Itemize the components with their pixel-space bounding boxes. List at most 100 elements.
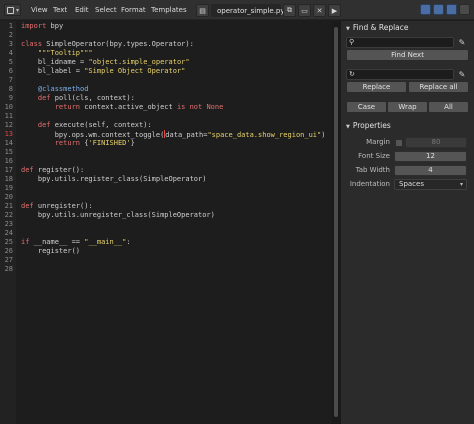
expand-triangle-icon: ▼ <box>346 26 350 32</box>
code-line[interactable]: def poll(cls, context): <box>21 94 135 103</box>
code-line[interactable]: class SimpleOperator(bpy.types.Operator)… <box>21 40 194 49</box>
code-line[interactable]: return {'FINISHED'} <box>21 139 135 148</box>
code-token: bpy.utils.unregister_class(SimpleOperato… <box>21 211 215 219</box>
code-line[interactable]: bpy.utils.register_class(SimpleOperator) <box>21 175 207 184</box>
line-number: 4 <box>8 49 13 57</box>
code-token: context.active_object <box>80 103 177 111</box>
code-line[interactable]: @classmethod <box>21 85 89 94</box>
line-number: 19 <box>4 184 13 192</box>
menu-text[interactable]: Text <box>53 0 67 20</box>
line-numbers-toggle[interactable] <box>420 4 431 15</box>
code-token: "Simple Object Operator" <box>84 67 186 75</box>
unlink-button[interactable]: ✕ <box>313 4 326 17</box>
code-token: register(): <box>33 166 85 174</box>
code-token: bl_label = <box>21 67 85 75</box>
text-block-browse-button[interactable]: ▤ <box>196 4 209 17</box>
find-replace-panel-header[interactable]: ▼ Find & Replace <box>341 21 474 34</box>
code-token: "space_data.show_region_ui" <box>207 131 322 139</box>
line-number: 1 <box>8 22 13 30</box>
line-number-gutter: 1 2 3 4 5 6 7 8 9 10 11 12 13 14 15 16 17 18 19 20 21 22 23 24 2… <box>0 21 16 424</box>
menu-format[interactable]: Format <box>121 0 146 20</box>
code-token: : <box>126 238 131 246</box>
editor-type-dropdown[interactable]: ▾ <box>4 4 21 16</box>
line-number: 23 <box>4 220 13 228</box>
tab-width-label: Tab Width <box>355 166 390 174</box>
filename-field[interactable]: operator_simple.py <box>211 4 285 17</box>
code-token: def <box>21 166 34 174</box>
find-next-button[interactable]: Find Next <box>346 49 469 61</box>
code-line[interactable]: def unregister(): <box>21 202 93 211</box>
menu-select[interactable]: Select <box>95 0 117 20</box>
code-token: } <box>130 139 135 147</box>
open-file-icon: ▭ <box>301 6 308 15</box>
tab-width-field[interactable]: 4 <box>394 165 467 176</box>
replace-all-button[interactable]: Replace all <box>408 81 469 93</box>
document-icon: ▤ <box>199 6 206 15</box>
wrap-around-toggle[interactable]: Wrap <box>387 101 428 113</box>
expand-triangle-icon: ▼ <box>346 124 350 130</box>
code-line[interactable]: """Tooltip""" <box>21 49 93 58</box>
line-number: 27 <box>4 256 13 264</box>
indentation-value: Spaces <box>399 180 424 188</box>
syntax-highlight-toggle[interactable] <box>446 4 457 15</box>
code-token: execute(self, context): <box>50 121 152 129</box>
code-line[interactable]: def register(): <box>21 166 84 175</box>
chevron-down-icon: ▾ <box>459 181 463 188</box>
code-area[interactable]: import bpy class SimpleOperator(bpy.types… <box>16 21 332 424</box>
code-line[interactable]: return context.active_object is not None <box>21 103 224 112</box>
properties-panel-header[interactable]: ▼ Properties <box>341 119 474 132</box>
find-replace-title: Find & Replace <box>352 23 409 32</box>
all-data-blocks-toggle[interactable]: All <box>428 101 469 113</box>
line-number: 24 <box>4 229 13 237</box>
menu-templates[interactable]: Templates <box>151 0 187 20</box>
code-token: unregister(): <box>33 202 93 210</box>
replace-eyedropper-button[interactable]: ✎ <box>457 69 467 80</box>
chevron-down-icon: ▾ <box>15 7 19 14</box>
margin-column-field[interactable]: 80 <box>405 137 467 148</box>
code-token: """Tooltip""" <box>21 49 93 57</box>
indentation-dropdown[interactable]: Spaces ▾ <box>394 179 467 190</box>
line-number: 5 <box>8 58 13 66</box>
scrollbar-thumb[interactable] <box>334 27 338 417</box>
code-token: __name__ == <box>29 238 85 246</box>
live-edit-toggle[interactable] <box>459 4 470 15</box>
code-line[interactable]: def execute(self, context): <box>21 121 152 130</box>
editor-scrollbar[interactable] <box>332 21 340 424</box>
code-line[interactable]: if __name__ == "__main__": <box>21 238 131 247</box>
replace-button[interactable]: Replace <box>346 81 407 93</box>
run-script-button[interactable]: ▶ <box>328 4 341 17</box>
line-number: 21 <box>4 202 13 210</box>
line-number: 14 <box>4 139 13 147</box>
line-number: 12 <box>4 121 13 129</box>
code-line[interactable]: bpy.utils.unregister_class(SimpleOperato… <box>21 211 215 220</box>
line-number: 2 <box>8 31 13 39</box>
line-number: 18 <box>4 175 13 183</box>
code-token: "__main__" <box>84 238 127 246</box>
menu-view[interactable]: View <box>31 0 48 20</box>
new-file-button[interactable]: ⧉ <box>283 4 296 17</box>
font-size-label: Font Size <box>358 152 390 160</box>
show-margin-checkbox[interactable] <box>395 139 403 147</box>
code-token: def <box>37 94 51 102</box>
code-line[interactable]: bl_idname = "object.simple_operator" <box>21 58 190 67</box>
find-eyedropper-button[interactable]: ✎ <box>457 37 467 48</box>
line-number: 15 <box>4 148 13 156</box>
line-number: 11 <box>4 112 13 120</box>
font-size-field[interactable]: 12 <box>394 151 467 162</box>
line-number: 26 <box>4 247 13 255</box>
code-line[interactable]: register() <box>21 247 80 256</box>
code-line[interactable]: import bpy <box>21 22 63 31</box>
code-token: 'FINISHED' <box>88 139 131 147</box>
code-token: SimpleOperator(bpy.types.Operator): <box>42 40 194 48</box>
replace-input[interactable]: ↻ <box>346 69 454 80</box>
editor-header: ▾ View Text Edit Select Format Templates… <box>0 0 474 20</box>
word-wrap-toggle[interactable] <box>433 4 444 15</box>
line-number: 8 <box>8 85 13 93</box>
open-file-button[interactable]: ▭ <box>298 4 311 17</box>
code-token: poll(cls, context): <box>50 94 135 102</box>
menu-edit[interactable]: Edit <box>75 0 89 20</box>
find-input[interactable]: ⚲ <box>346 37 454 48</box>
code-line[interactable]: bl_label = "Simple Object Operator" <box>21 67 186 76</box>
match-case-toggle[interactable]: Case <box>346 101 387 113</box>
